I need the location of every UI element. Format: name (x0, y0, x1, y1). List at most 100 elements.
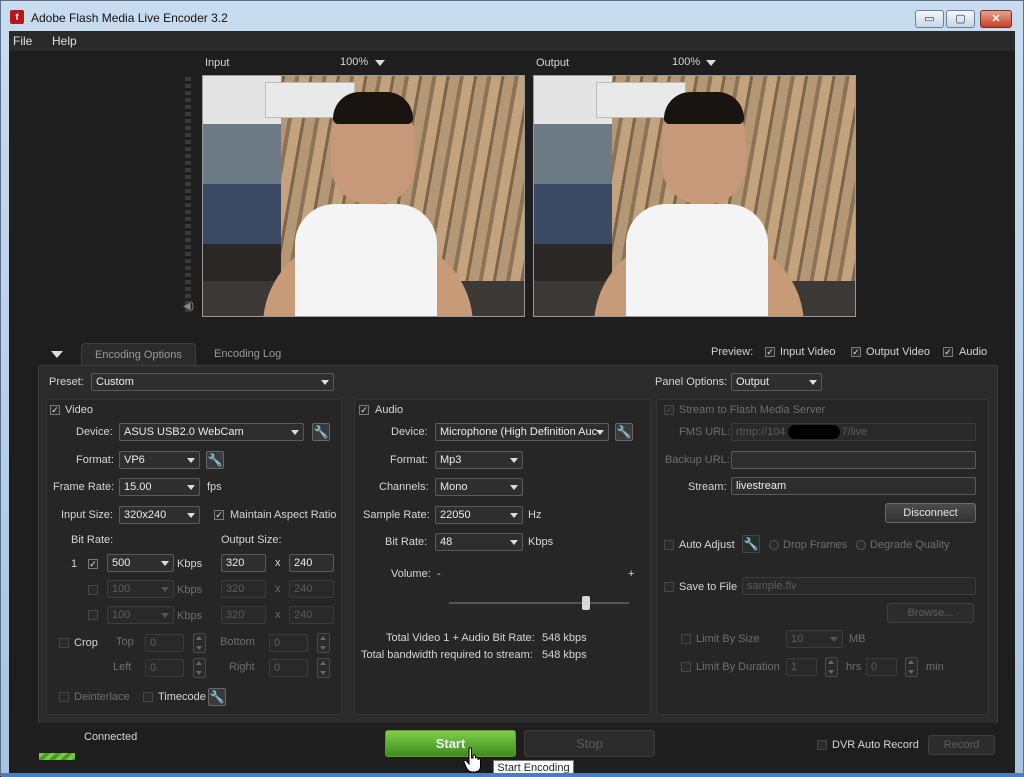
deinterlace-label: Deinterlace (74, 691, 130, 703)
output-height-2[interactable]: 240 (289, 580, 334, 598)
output-width-2[interactable]: 320 (221, 580, 266, 598)
title-bar[interactable]: f Adobe Flash Media Live Encoder 3.2 ▭ ▢… (1, 1, 1023, 31)
auto-adjust-settings-wrench-icon[interactable]: 🔧 (742, 535, 760, 553)
video-format-settings-wrench-icon[interactable]: 🔧 (206, 451, 224, 469)
duration-hours-stepper[interactable] (825, 657, 838, 677)
duration-minutes-stepper[interactable] (905, 657, 918, 677)
browse-button[interactable]: Browse... (887, 603, 974, 623)
audio-preview-checkbox[interactable]: ✓ (943, 347, 953, 357)
maximize-button[interactable]: ▢ (946, 10, 975, 28)
video-format-select[interactable]: VP6 (119, 451, 200, 469)
limit-by-duration-checkbox[interactable] (681, 662, 691, 672)
output-height-1[interactable]: 240 (289, 554, 334, 572)
crop-right-field[interactable]: 0 (269, 659, 308, 677)
audio-bit-rate-select[interactable]: 48 (435, 533, 523, 551)
audio-label: Audio (375, 404, 404, 416)
crop-checkbox[interactable] (59, 638, 69, 648)
tab-encoding-log[interactable]: Encoding Log (201, 343, 294, 365)
video-device-select[interactable]: ASUS USB2.0 WebCam (119, 423, 304, 441)
output-label: Output (536, 57, 570, 69)
stream-name-field[interactable]: livestream (731, 477, 976, 495)
preview-label: Preview: (711, 346, 754, 358)
output-zoom[interactable]: 100% (672, 56, 700, 68)
volume-slider-thumb[interactable] (581, 596, 590, 610)
disconnect-button[interactable]: Disconnect (885, 503, 976, 523)
output-width-1[interactable]: 320 (221, 554, 266, 572)
bit-rate-header: Bit Rate: (71, 534, 114, 546)
limit-by-size-checkbox[interactable] (681, 634, 691, 644)
volume-slider-track[interactable] (449, 602, 629, 604)
total-bitrate-value: 548 kbps (542, 632, 587, 644)
audio-preview-label: Audio (959, 346, 988, 358)
audio-kbps-unit: Kbps (528, 536, 554, 548)
dvr-auto-record-checkbox[interactable] (817, 740, 827, 750)
total-bandwidth-value: 548 kbps (542, 649, 587, 661)
audio-format-select[interactable]: Mp3 (435, 451, 523, 469)
audio-device-select[interactable]: Microphone (High Definition Auc (435, 423, 609, 441)
save-to-file-label: Save to File (679, 581, 738, 593)
crop-left-field[interactable]: 0 (145, 659, 184, 677)
duration-minutes-field[interactable]: 0 (866, 658, 897, 676)
stop-button[interactable]: Stop (524, 730, 655, 757)
bitrate-row-2-select[interactable]: 100 (107, 580, 174, 598)
save-to-file-checkbox[interactable] (664, 582, 674, 592)
duration-hours-field[interactable]: 1 (786, 658, 817, 676)
panel-options-select[interactable]: Output (731, 373, 822, 391)
backup-url-field[interactable] (731, 451, 976, 469)
crop-top-field[interactable]: 0 (145, 634, 184, 652)
bitrate-row-1-unit: Kbps (177, 558, 203, 570)
maintain-aspect-checkbox[interactable]: ✓ (214, 510, 224, 520)
crop-right-stepper[interactable] (317, 658, 330, 678)
collapse-panel-icon[interactable] (51, 351, 63, 358)
input-size-select[interactable]: 320x240 (119, 506, 200, 524)
frame-rate-select[interactable]: 15.00 (119, 478, 200, 496)
connection-status: Connected (84, 731, 138, 743)
timecode-checkbox[interactable] (143, 692, 153, 702)
size-limit-select[interactable]: 10 (786, 630, 843, 648)
output-width-3[interactable]: 320 (221, 606, 266, 624)
size-x-2: x (275, 583, 281, 595)
limit-by-size-label: Limit By Size (696, 633, 760, 645)
output-video-checkbox[interactable]: ✓ (851, 347, 861, 357)
crop-top-stepper[interactable] (193, 633, 206, 653)
deinterlace-checkbox[interactable] (59, 692, 69, 702)
crop-bottom-label: Bottom (220, 636, 255, 648)
audio-device-settings-wrench-icon[interactable]: 🔧 (615, 423, 633, 441)
file-name-field[interactable]: sample.flv (742, 577, 976, 595)
hz-unit: Hz (528, 509, 542, 521)
audio-checkbox[interactable]: ✓ (359, 405, 369, 415)
input-zoom[interactable]: 100% (340, 56, 368, 68)
sample-rate-select[interactable]: 22050 (435, 506, 523, 524)
crop-bottom-stepper[interactable] (317, 633, 330, 653)
minimize-button[interactable]: ▭ (915, 10, 944, 28)
bitrate-row-3-select[interactable]: 100 (107, 606, 174, 624)
crop-bottom-field[interactable]: 0 (269, 634, 308, 652)
input-zoom-chevron-icon[interactable] (375, 60, 385, 66)
fms-url-field[interactable]: rtmp://104 7/live (731, 423, 976, 441)
input-video-checkbox[interactable]: ✓ (765, 347, 775, 357)
bitrate-row-1-select[interactable]: 500 (107, 554, 174, 572)
bitrate-row-2-checkbox[interactable] (88, 585, 98, 595)
bitrate-row-3-checkbox[interactable] (88, 610, 98, 620)
preset-select[interactable]: Custom (91, 373, 334, 391)
crop-left-stepper[interactable] (193, 658, 206, 678)
auto-adjust-checkbox[interactable] (664, 540, 674, 550)
stream-to-fms-checkbox[interactable]: ✓ (664, 405, 674, 415)
menu-file[interactable]: File (13, 34, 32, 48)
channels-select[interactable]: Mono (435, 478, 523, 496)
degrade-quality-radio[interactable] (856, 540, 866, 550)
record-button[interactable]: Record (928, 735, 995, 755)
video-device-settings-wrench-icon[interactable]: 🔧 (312, 423, 330, 441)
video-checkbox[interactable]: ✓ (50, 405, 60, 415)
timecode-settings-wrench-icon[interactable]: 🔧 (208, 688, 226, 706)
output-height-3[interactable]: 240 (289, 606, 334, 624)
fms-url-label: FMS URL: (679, 426, 731, 438)
menu-help[interactable]: Help (52, 34, 77, 48)
start-button[interactable]: Start (385, 730, 516, 757)
drop-frames-radio[interactable] (769, 540, 779, 550)
close-button[interactable]: ✕ (980, 10, 1012, 28)
bitrate-row-1-checkbox[interactable]: ✓ (88, 559, 98, 569)
volume-plus: + (628, 568, 635, 580)
tab-encoding-options[interactable]: Encoding Options (81, 343, 196, 365)
output-zoom-chevron-icon[interactable] (706, 60, 716, 66)
